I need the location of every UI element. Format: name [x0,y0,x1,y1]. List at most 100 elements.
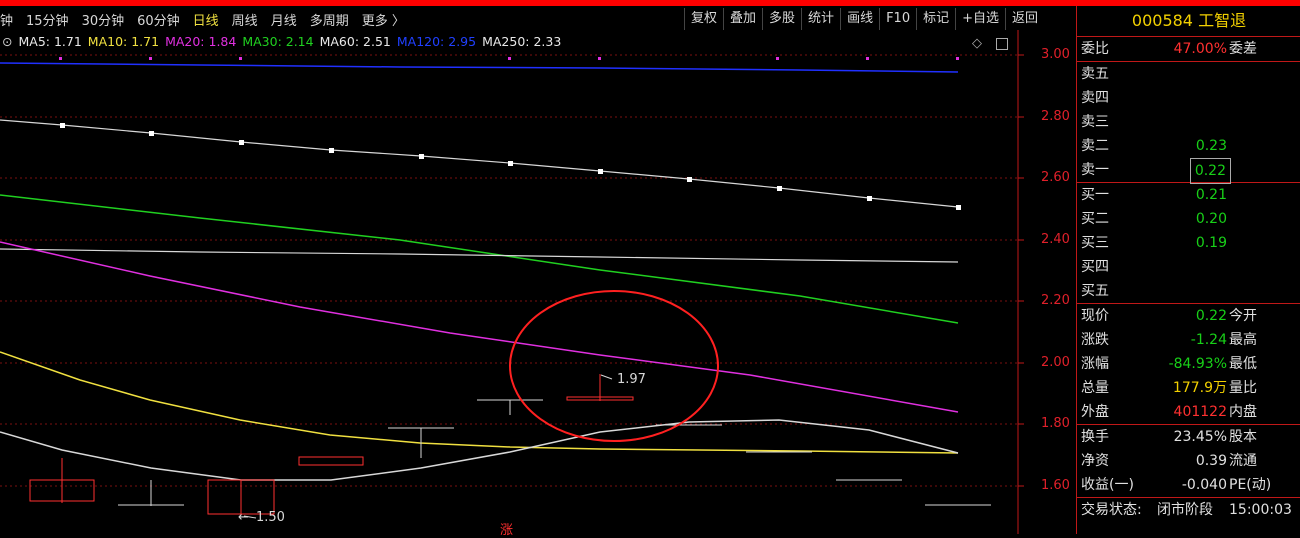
tab-60min[interactable]: 60分钟 [137,10,180,29]
tab-daily[interactable]: 日线 [193,10,219,29]
ask-row[interactable]: 卖五 [1077,62,1300,86]
bid-label: 买一 [1081,187,1109,203]
tab-30min[interactable]: 30分钟 [82,10,125,29]
bid-book: 买一 0.21 买二 0.20 买三 0.19 买四 买五 [1077,183,1300,303]
y-tick-label: 2.40 [1041,232,1070,247]
add-watchlist-button[interactable]: +自选 [955,8,1005,30]
multi-stock-button[interactable]: 多股 [762,8,801,30]
ask-price: 0.23 [1195,138,1227,154]
ask-label: 卖一 [1081,162,1109,178]
fundamental-stats: 换手 23.45% 股本 净资 0.39 流通 收益(一) -0.040 PE(动) [1077,425,1300,497]
stock-title[interactable]: 000584 工智退 [1077,6,1300,37]
quote-right-label: 最低 [1229,356,1257,372]
status-label: 交易状态: [1081,502,1142,518]
y-tick-label: 1.60 [1041,478,1070,493]
bid-row[interactable]: 买五 [1077,279,1300,303]
quote-row: 外盘 401122 内盘 [1077,400,1300,424]
quote-row: 总量 177.9万 量比 [1077,376,1300,400]
ask-label: 卖四 [1081,90,1109,106]
back-button[interactable]: 返回 [1005,8,1044,30]
fund-row: 换手 23.45% 股本 [1077,425,1300,449]
y-tick-label: 2.20 [1041,293,1070,308]
low-price-label: 1.50 [256,510,285,525]
quote-right-label: 内盘 [1229,404,1257,420]
fund-right-label: PE(动) [1229,477,1272,493]
quote-label: 现价 [1081,308,1109,324]
quote-stats: 现价 0.22 今开 涨跌 -1.24 最高 涨幅 -84.93% 最低 总量 177.9万量… [1077,304,1300,424]
quote-value: -1.24 [1190,332,1227,348]
fund-label: 换手 [1081,429,1109,445]
quote-label: 涨幅 [1081,356,1109,372]
bid-label: 买三 [1081,235,1109,251]
quote-panel: 000584 工智退 委比 47.00% 委差 卖五 卖四 卖三 卖二 0.23 … [1076,6,1300,534]
limit-up-mark: 涨 [500,523,514,538]
bid-row[interactable]: 买二 0.20 [1077,207,1300,231]
bid-label: 买五 [1081,283,1109,299]
fund-label: 收益(一) [1081,477,1134,493]
bid-row[interactable]: 买四 [1077,255,1300,279]
status-time: 15:00:03 [1229,502,1292,518]
ma20-line [0,241,959,413]
bid-price: 0.21 [1195,187,1227,203]
fund-right-label: 股本 [1229,429,1257,445]
ma250-line [0,248,959,263]
bid-label: 买二 [1081,211,1109,227]
tab-monthly[interactable]: 月线 [271,10,297,29]
weicha-label: 委差 [1229,41,1257,57]
quote-label: 外盘 [1081,404,1109,420]
fund-right-label: 流通 [1229,453,1257,469]
low-price-arrow: ← [238,510,249,525]
weibi-row: 委比 47.00% 委差 [1077,37,1300,61]
tab-multi-period[interactable]: 多周期 [310,10,349,29]
mark-button[interactable]: 标记 [916,8,955,30]
quote-value: 401122 [1173,404,1227,420]
y-tick-label: 3.00 [1041,47,1070,62]
stats-button[interactable]: 统计 [801,8,840,30]
fund-value: -0.040 [1181,477,1227,493]
y-tick-label: 1.80 [1041,416,1070,431]
weibi-value: 47.00% [1173,41,1227,57]
status-value: 闭市阶段 [1157,502,1213,518]
fund-value: 23.45% [1173,429,1227,445]
period-tabs: 钟 15分钟 30分钟 60分钟 日线 周线 月线 多周期 更多 〉 [0,8,418,30]
f10-button[interactable]: F10 [879,8,916,30]
quote-row: 涨幅 -84.93% 最低 [1077,352,1300,376]
quote-label: 总量 [1081,380,1109,396]
bid-row[interactable]: 买三 0.19 [1077,231,1300,255]
fund-row: 净资 0.39 流通 [1077,449,1300,473]
ask-label: 卖三 [1081,114,1109,130]
ask-row[interactable]: 卖二 0.23 [1077,134,1300,158]
quote-row: 现价 0.22 今开 [1077,304,1300,328]
overlay-button[interactable]: 叠加 [723,8,762,30]
ask-row[interactable]: 卖四 [1077,86,1300,110]
fund-label: 净资 [1081,453,1109,469]
y-tick-label: 2.60 [1041,170,1070,185]
tab-15min[interactable]: 15分钟 [26,10,69,29]
draw-line-button[interactable]: 画线 [840,8,879,30]
toolbar: 复权 叠加 多股 统计 画线 F10 标记 +自选 返回 [684,8,1044,30]
quote-right-label: 今开 [1229,308,1257,324]
tab-more[interactable]: 更多 〉 [362,10,405,29]
quote-value: 0.22 [1195,308,1227,324]
quote-label: 涨跌 [1081,332,1109,348]
bid-row[interactable]: 买一 0.21 [1077,183,1300,207]
kline-chart[interactable] [0,30,1076,534]
quote-value: -84.93% [1168,356,1227,372]
ask-label: 卖二 [1081,138,1109,154]
ask-price: 0.22 [1189,158,1231,184]
ma10-line [0,351,959,454]
bid-price: 0.19 [1195,235,1227,251]
fuquan-button[interactable]: 复权 [684,8,723,30]
ma120-line [0,62,959,73]
ask-row[interactable]: 卖三 [1077,110,1300,134]
ask-book: 卖五 卖四 卖三 卖二 0.23 卖一 0.22 [1077,62,1300,184]
tab-1min[interactable]: 钟 [0,10,13,29]
quote-right-label: 最高 [1229,332,1257,348]
bid-price: 0.20 [1195,211,1227,227]
quote-value: 177.9万 [1172,380,1227,396]
quote-right-label: 量比 [1229,380,1257,396]
bid-label: 买四 [1081,259,1109,275]
tab-weekly[interactable]: 周线 [232,10,258,29]
ask-row-selected[interactable]: 卖一 0.22 [1077,158,1300,184]
fund-value: 0.39 [1195,453,1227,469]
